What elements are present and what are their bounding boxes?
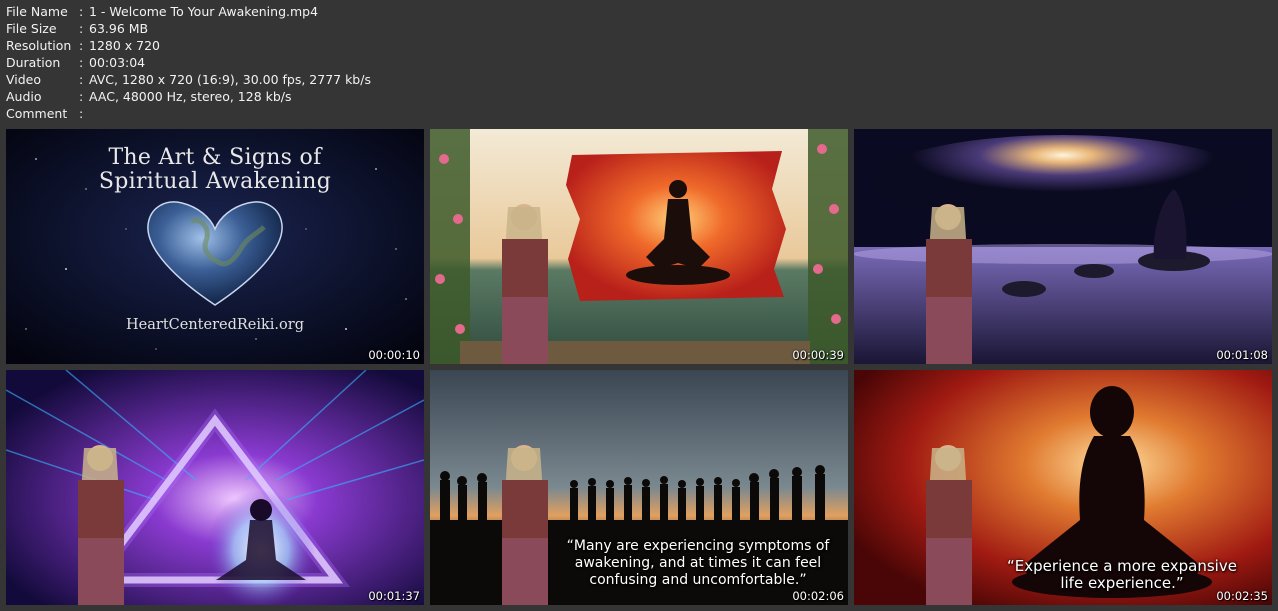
file-name-value: 1 - Welcome To Your Awakening.mp4 bbox=[89, 4, 319, 19]
resolution-label: Resolution bbox=[6, 38, 72, 53]
thumbnail-1[interactable]: The Art & Signs of Spiritual Awakening H… bbox=[6, 129, 424, 364]
title-line-2: Spiritual Awakening bbox=[98, 169, 332, 194]
galaxy-scene-image bbox=[854, 129, 1272, 364]
separator: : bbox=[79, 89, 84, 104]
quote-caption: “Many are experiencing symptoms of awake… bbox=[560, 538, 836, 589]
comment-row: Comment : bbox=[6, 105, 371, 122]
separator: : bbox=[79, 38, 84, 53]
thumbnail-4[interactable]: 00:01:37 bbox=[6, 370, 424, 605]
timestamp: 00:00:10 bbox=[368, 348, 420, 362]
file-size-row: File Size : 63.96 MB bbox=[6, 20, 371, 37]
timestamp: 00:02:06 bbox=[792, 589, 844, 603]
website-text: HeartCenteredReiki.org bbox=[126, 317, 304, 333]
separator: : bbox=[79, 72, 84, 87]
thumbnail-6[interactable]: “Experience a more expansive life experi… bbox=[854, 370, 1272, 605]
timestamp: 00:02:35 bbox=[1216, 589, 1268, 603]
neon-triangle-image bbox=[6, 370, 424, 605]
video-value: AVC, 1280 x 720 (16:9), 30.00 fps, 2777 … bbox=[89, 72, 371, 87]
comment-label: Comment bbox=[6, 106, 68, 121]
title-line-1: The Art & Signs of bbox=[108, 145, 322, 170]
duration-label: Duration bbox=[6, 55, 61, 70]
timestamp: 00:01:37 bbox=[368, 589, 420, 603]
quote-caption: “Experience a more expansive life experi… bbox=[1004, 558, 1240, 592]
file-size-label: File Size bbox=[6, 21, 57, 36]
separator: : bbox=[79, 106, 84, 121]
meditation-scene-image bbox=[430, 129, 848, 364]
timestamp: 00:01:08 bbox=[1216, 348, 1268, 362]
resolution-row: Resolution : 1280 x 720 bbox=[6, 37, 371, 54]
audio-label: Audio bbox=[6, 89, 42, 104]
thumbnail-5[interactable]: “Many are experiencing symptoms of awake… bbox=[430, 370, 848, 605]
caption-line-1: “Many are experiencing symptoms of bbox=[566, 538, 830, 554]
file-name-row: File Name : 1 - Welcome To Your Awakenin… bbox=[6, 3, 371, 20]
file-name-label: File Name bbox=[6, 4, 68, 19]
file-info-panel: File Name : 1 - Welcome To Your Awakenin… bbox=[6, 3, 371, 122]
timestamp: 00:00:39 bbox=[792, 348, 844, 362]
audio-row: Audio : AAC, 48000 Hz, stereo, 128 kb/s bbox=[6, 88, 371, 105]
caption-line-1: “Experience a more expansive bbox=[1007, 557, 1237, 575]
thumbnail-3[interactable]: 00:01:08 bbox=[854, 129, 1272, 364]
video-row: Video : AVC, 1280 x 720 (16:9), 30.00 fp… bbox=[6, 71, 371, 88]
duration-row: Duration : 00:03:04 bbox=[6, 54, 371, 71]
audio-value: AAC, 48000 Hz, stereo, 128 kb/s bbox=[89, 89, 292, 104]
caption-line-3: confusing and uncomfortable.” bbox=[589, 572, 807, 588]
resolution-value: 1280 x 720 bbox=[89, 38, 161, 53]
thumbnail-2[interactable]: 00:00:39 bbox=[430, 129, 848, 364]
duration-value: 00:03:04 bbox=[89, 55, 146, 70]
file-size-value: 63.96 MB bbox=[89, 21, 149, 36]
separator: : bbox=[79, 4, 84, 19]
caption-line-2: awakening, and at times it can feel bbox=[574, 555, 822, 571]
video-label: Video bbox=[6, 72, 42, 87]
caption-line-2: life experience.” bbox=[1060, 574, 1184, 592]
separator: : bbox=[79, 55, 84, 70]
separator: : bbox=[79, 21, 84, 36]
